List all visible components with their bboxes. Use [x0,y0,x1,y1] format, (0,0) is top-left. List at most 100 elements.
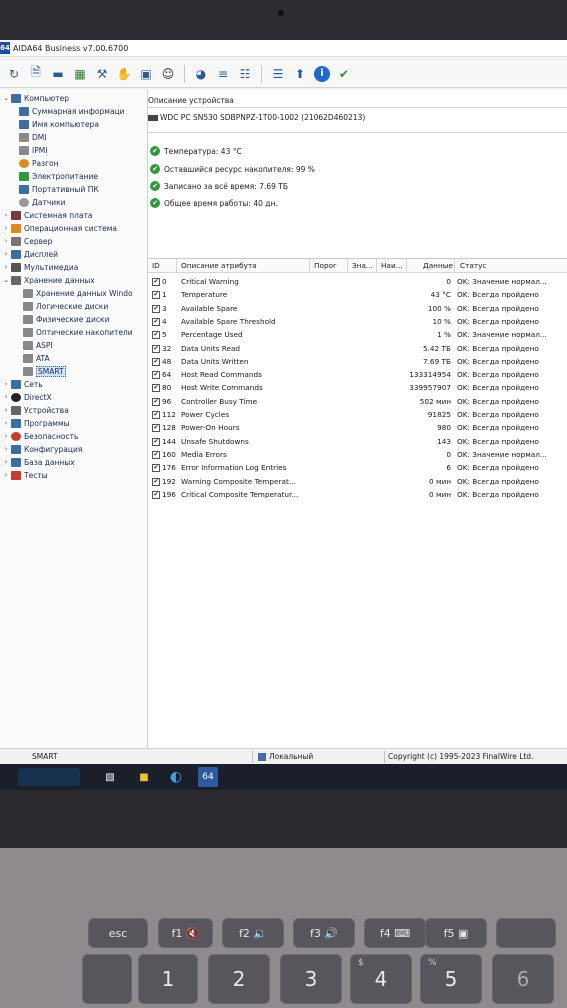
row-checkbox[interactable]: ✔ [152,278,160,286]
table-row[interactable]: ✔ 4 Available Spare Threshold 10 % OK: Всегд… [148,316,567,329]
row-checkbox[interactable]: ✔ [152,490,160,499]
list-icon[interactable]: ☰ [270,66,286,82]
row-checkbox[interactable]: ✔ [152,411,160,419]
file-explorer-icon[interactable]: ■ [134,767,154,787]
device-row[interactable]: WDC PC SN530 SDBPNPZ-1T00-1002 (21062D46… [148,113,365,122]
col-value[interactable]: Зна... [352,261,373,270]
row-checkbox[interactable]: ✔ [152,437,160,446]
network-icon[interactable]: ▬ [50,66,66,82]
tree-item-directx[interactable]: › DirectX [2,391,52,403]
row-checkbox[interactable]: ✔ [152,384,160,393]
key-f6[interactable] [496,918,556,948]
tree-item-dmi[interactable]: DMI [18,131,46,143]
table-row[interactable]: ✔ 176 Error Information Log Entries 6 OK: Вс… [148,462,567,475]
collapse-icon[interactable]: ⌄ [2,94,10,102]
task-view-icon[interactable]: ▧ [100,767,120,787]
expand-icon[interactable]: › [2,432,10,440]
tree-item-database[interactable]: › База данных [2,456,75,468]
tree-item-computer[interactable]: ⌄ Компьютер [2,92,69,104]
refresh-icon[interactable]: ↻ [6,66,22,82]
tree-item-physical-disks[interactable]: Физические диски [22,313,109,325]
tree-item-power[interactable]: Электропитание [18,170,98,182]
key-2[interactable]: 2 [208,954,270,1004]
row-checkbox[interactable]: ✔ [152,477,160,486]
tree-item-aspi[interactable]: ASPI [22,339,53,351]
tree-item-sensors[interactable]: Датчики [18,196,66,208]
table-row[interactable]: ✔ 80 Host Write Commands 339957907 OK: Всегд… [148,382,567,395]
tree-item-devices[interactable]: › Устройства [2,404,69,416]
expand-icon[interactable]: › [2,445,10,453]
column-divider[interactable] [376,259,377,273]
tree-item-display[interactable]: › Дисплей [2,248,58,260]
column-divider[interactable] [176,259,177,273]
key-1[interactable]: 1 [138,954,198,1004]
tree-item-config[interactable]: › Конфигурация [2,443,82,455]
table-row[interactable]: ✔ 5 Percentage Used 1 % OK: Значение нормал.… [148,329,567,342]
row-checkbox[interactable]: ✔ [152,304,160,313]
tree-item-multimedia[interactable]: › Мультимедиа [2,261,78,273]
expand-icon[interactable]: › [2,458,10,466]
tree-item-storage[interactable]: ⌄ Хранение данных [2,274,95,286]
expand-icon[interactable]: › [2,471,10,479]
tools-icon[interactable]: ✋ [116,66,132,82]
row-checkbox[interactable]: ✔ [152,464,160,473]
edge-browser-icon[interactable]: ◐ [166,767,186,787]
column-divider[interactable] [309,259,310,273]
expand-icon[interactable]: › [2,380,10,388]
column-divider[interactable] [406,259,407,273]
table-row[interactable]: ✔ 32 Data Units Read 5.42 ТБ OK: Всегда прой… [148,343,567,356]
key-3[interactable]: 3 [280,954,342,1004]
tree-item-optical-drives[interactable]: Оптические накопители [22,326,133,338]
table-row[interactable]: ✔ 112 Power Cycles 91825 OK: Всегда пройдено [148,409,567,422]
expand-icon[interactable]: › [2,237,10,245]
expand-icon[interactable]: › [2,211,10,219]
collapse-icon[interactable]: ⌄ [2,276,10,284]
tree-item-logical-disks[interactable]: Логические диски [22,300,108,312]
key-tilde[interactable] [82,954,132,1004]
table-row[interactable]: ✔ 144 Unsafe Shutdowns 143 OK: Всегда пройде… [148,436,567,449]
tree-item-network[interactable]: › Сеть [2,378,43,390]
table-row[interactable]: ✔ 160 Media Errors 0 OK: Значение нормал... [148,449,567,462]
table-row[interactable]: ✔ 48 Data Units Written 7.69 ТБ OK: Всегда п… [148,356,567,369]
row-checkbox[interactable]: ✔ [152,317,160,326]
table-row[interactable]: ✔ 3 Available Spare 100 % OK: Всегда пройден… [148,303,567,316]
row-checkbox[interactable]: ✔ [152,357,160,366]
table-row[interactable]: ✔ 96 Controller Busy Time 502 мин OK: Всегда… [148,396,567,409]
key-f5[interactable]: f5 ▣ [425,918,487,948]
report-icon[interactable]: 🗎 [28,65,44,82]
tree-item-laptop[interactable]: Портативный ПК [18,183,99,195]
database-icon[interactable]: ≡ [215,66,231,82]
table-row[interactable]: ✔ 64 Host Read Commands 133314954 OK: Всегда… [148,369,567,382]
col-worst[interactable]: Наи... [381,261,403,270]
tree-item-ata[interactable]: ATA [22,352,50,364]
key-4[interactable]: $4 [350,954,412,1004]
memory-icon[interactable]: ▦ [72,66,88,82]
expand-icon[interactable]: › [2,419,10,427]
col-id[interactable]: ID [152,261,160,270]
key-f1[interactable]: f1 🔇 [158,918,213,948]
col-status[interactable]: Статус [460,261,486,270]
tree-item-windows-storage[interactable]: Хранение данных Windo [22,287,133,299]
driver-icon[interactable]: ⚒ [94,66,110,82]
tree-item-smart[interactable]: SMART [22,365,66,377]
col-data[interactable]: Данные [423,261,453,270]
key-f4[interactable]: f4 ⌨ [364,918,426,948]
key-esc[interactable]: esc [88,918,148,948]
tree-item-server[interactable]: › Сервер [2,235,52,247]
user-icon[interactable]: ☺ [160,66,176,82]
tree-item-computer-name[interactable]: Имя компьютера [18,118,99,130]
expand-icon[interactable]: › [2,393,10,401]
key-6[interactable]: 6 [492,954,554,1004]
tree-item-overclock[interactable]: Разгон [18,157,59,169]
tree-item-security[interactable]: › Безопасность [2,430,78,442]
row-checkbox[interactable]: ✔ [152,371,160,380]
tree-item-summary[interactable]: Суммарная информаци [18,105,125,117]
taskbar-weather-widget[interactable] [18,768,80,786]
report-list-icon[interactable]: ☷ [237,66,253,82]
key-f2[interactable]: f2 🔉 [222,918,284,948]
table-row[interactable]: ✔ 128 Power-On Hours 980 OK: Всегда пройдено [148,422,567,435]
key-f3[interactable]: f3 🔊 [293,918,355,948]
tree-item-ipmi[interactable]: IPMI [18,144,47,156]
aida-icon[interactable]: ◕ [193,66,209,82]
column-divider[interactable] [347,259,348,273]
